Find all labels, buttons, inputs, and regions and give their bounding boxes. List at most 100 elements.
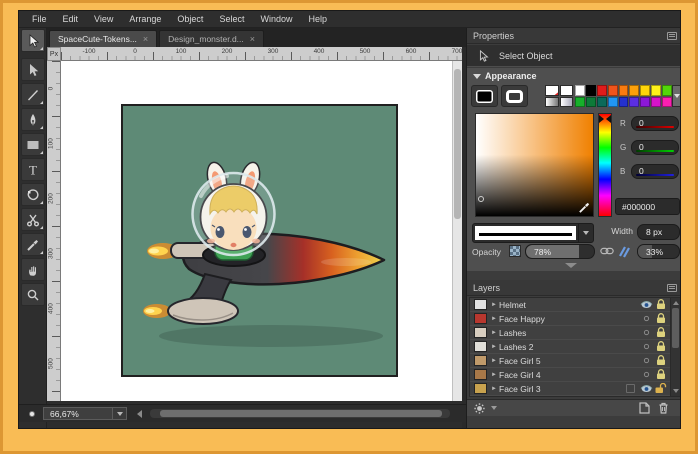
layer-row[interactable]: ►Face Girl 4 [470,368,680,382]
palette-swatch[interactable] [608,97,618,108]
blue-value-field[interactable]: 0 [631,164,679,179]
link-icon[interactable] [600,246,614,256]
vertical-ruler[interactable]: 0100200300400500600 [47,61,61,401]
menu-object[interactable]: Object [170,12,210,26]
line-tool-button[interactable] [21,83,45,106]
red-value-field[interactable]: 0 [631,116,679,131]
lock-closed-icon[interactable] [654,355,668,366]
tab-design-monster[interactable]: Design_monster.d... × [159,30,264,47]
swatch-gradient-soft[interactable] [560,97,574,108]
select-object-bar[interactable]: Select Object [467,45,681,67]
fill-color-button[interactable] [471,85,498,107]
trash-icon[interactable] [658,402,669,414]
lock-open-icon[interactable] [654,383,668,394]
eyedropper-tool-button[interactable] [21,233,45,256]
canvas-area[interactable] [61,61,452,401]
palette-swatch[interactable] [586,97,596,108]
palette-swatch[interactable] [608,85,618,96]
hand-tool-button[interactable] [21,258,45,281]
pen-tool-button[interactable] [21,108,45,131]
hex-color-field[interactable]: #000000 [615,198,680,215]
visibility-off-icon[interactable] [638,342,654,351]
swatch-white[interactable] [560,85,574,96]
stroke-color-button[interactable] [501,85,528,107]
canvas-horizontal-scrollbar[interactable] [150,409,450,418]
lock-closed-icon[interactable] [654,299,668,310]
opacity-slider[interactable]: 78% [525,244,595,259]
dropdown-button[interactable] [578,224,593,242]
palette-swatch[interactable] [651,85,661,96]
brush-hatch-icon[interactable] [617,244,631,258]
menu-window[interactable]: Window [253,12,299,26]
visibility-off-icon[interactable] [638,370,654,379]
palette-swatch[interactable] [651,97,661,108]
shape-tool-button[interactable] [21,183,45,206]
scrollbar-thumb[interactable] [160,410,442,417]
zoom-level-field[interactable]: 66,67% [43,407,113,420]
palette-swatch[interactable] [640,97,650,108]
new-layer-icon[interactable] [639,402,650,414]
scroll-up-arrow-icon[interactable] [673,301,679,305]
expand-arrow-icon[interactable]: ► [491,372,499,378]
layer-row[interactable]: ►Face Happy [470,312,680,326]
stroke-style-dropdown[interactable] [472,223,594,243]
expand-arrow-icon[interactable]: ► [491,386,499,392]
horizontal-ruler[interactable]: -1000100200300400500600700 [61,47,466,61]
layer-row[interactable]: ►Helmet [470,298,680,312]
palette-swatch[interactable] [586,85,596,96]
visibility-off-icon[interactable] [638,314,654,323]
swatch-gradient[interactable] [545,97,559,108]
menu-select[interactable]: Select [212,12,251,26]
close-icon[interactable]: × [250,35,255,44]
palette-swatch[interactable] [619,97,629,108]
layer-row[interactable]: ►Lashes [470,326,680,340]
hue-slider[interactable] [598,113,612,217]
close-icon[interactable]: × [143,35,148,44]
menu-view[interactable]: View [87,12,120,26]
zoom-tool-button[interactable] [21,283,45,306]
menu-file[interactable]: File [25,12,54,26]
gear-icon[interactable] [473,402,486,415]
expand-arrow-icon[interactable]: ► [491,330,499,336]
scrollbar-thumb[interactable] [454,69,461,219]
visibility-off-icon[interactable] [638,328,654,337]
lock-closed-icon[interactable] [654,341,668,352]
appearance-header[interactable]: Appearance [473,71,537,81]
menu-edit[interactable]: Edit [56,12,86,26]
panel-menu-icon[interactable] [667,284,677,292]
scroll-left-arrow-icon[interactable] [137,410,142,418]
stroke-width-field[interactable]: 8 px [637,224,680,240]
layer-row[interactable]: ►Face Girl 3 [470,382,680,396]
expand-arrow-icon[interactable]: ► [491,344,499,350]
lock-closed-icon[interactable] [654,327,668,338]
palette-swatch[interactable] [575,85,585,96]
lock-closed-icon[interactable] [654,313,668,324]
visibility-eye-icon[interactable] [638,384,654,393]
stroke-opacity-field[interactable]: 33% [637,244,680,259]
rectangle-tool-button[interactable] [21,133,45,156]
palette-expand-button[interactable] [672,85,681,107]
saturation-value-picker[interactable] [475,113,594,217]
scroll-down-arrow-icon[interactable] [673,389,679,393]
section-collapse-chevron[interactable] [565,263,577,268]
tab-spacecute-tokens[interactable]: SpaceCute-Tokens... × [49,30,157,47]
visibility-eye-icon[interactable] [638,300,654,309]
eyedropper-icon[interactable] [578,201,591,214]
selection-checkbox[interactable] [626,384,635,393]
palette-swatch[interactable] [597,97,607,108]
expand-arrow-icon[interactable]: ► [491,316,499,322]
swatch-none[interactable] [545,85,559,96]
menu-arrange[interactable]: Arrange [122,12,168,26]
visibility-off-icon[interactable] [638,356,654,365]
palette-swatch[interactable] [629,97,639,108]
scrollbar-thumb[interactable] [672,308,679,348]
palette-swatch[interactable] [619,85,629,96]
canvas-vertical-scrollbar[interactable] [452,61,462,401]
chevron-down-icon[interactable] [491,406,497,410]
palette-swatch[interactable] [597,85,607,96]
palette-swatch[interactable] [662,97,672,108]
palette-swatch[interactable] [640,85,650,96]
scissors-tool-button[interactable] [21,208,45,231]
palette-swatch[interactable] [629,85,639,96]
layer-row[interactable]: ►Face Girl 5 [470,354,680,368]
